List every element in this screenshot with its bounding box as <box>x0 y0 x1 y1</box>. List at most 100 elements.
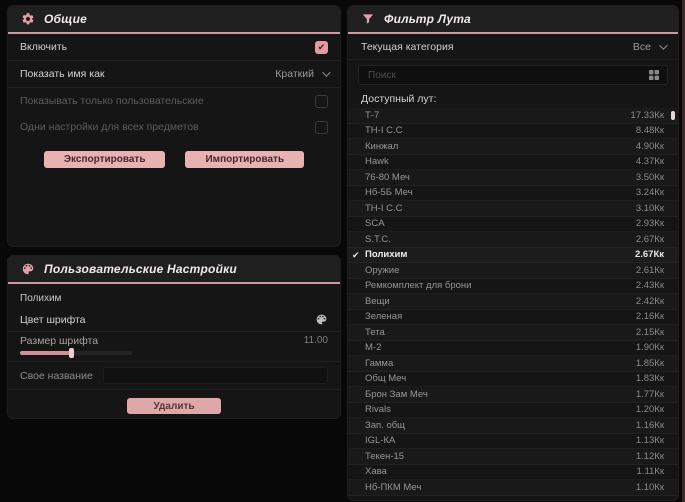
loot-list-item[interactable]: ✔ 76-80 Меч 3.50Кк <box>348 170 678 186</box>
list-scrollbar-thumb[interactable] <box>671 111 675 120</box>
chevron-down-icon <box>322 68 331 77</box>
loot-list-item[interactable]: ✔ S.T.C. 2.67Кк <box>348 232 678 248</box>
panel-loot-filter: Фильтр Лута Текущая категория Все Поиск … <box>348 6 678 500</box>
loot-item-name: Кинжал <box>365 140 399 152</box>
loot-item-name: М-2 <box>365 342 382 354</box>
display-name-dropdown[interactable]: Краткий <box>275 68 331 80</box>
font-color-row: Цвет шрифта <box>8 308 340 332</box>
loot-list-item[interactable]: ✔ Текен-15 1.12Кк <box>348 449 678 465</box>
font-size-row: Размер шрифта 11.00 <box>8 332 340 362</box>
panel-loot-header: Фильтр Лута <box>348 6 678 32</box>
export-button[interactable]: Экспортировать <box>43 151 166 168</box>
custom-name-input[interactable] <box>102 367 328 384</box>
loot-item-price: 8.48Кк <box>635 125 664 137</box>
loot-item-price: 2.43Кк <box>635 280 664 292</box>
loot-list-item[interactable]: ✔ Rivals 1.20Кк <box>348 403 678 419</box>
loot-item-price: 1.77Кк <box>635 388 664 400</box>
same-settings-checkbox[interactable] <box>315 120 328 134</box>
loot-list-item[interactable]: ✔ Т-7 17.33Кк <box>348 108 678 124</box>
loot-list-item[interactable]: ✔ Hawk 4.37Кк <box>348 155 678 171</box>
loot-item-name: S.T.C. <box>365 233 391 245</box>
loot-item-name: SCA <box>365 218 385 230</box>
enable-label: Включить <box>20 41 68 53</box>
panel-custom-settings: Пользовательские Настройки Полихим Цвет … <box>8 256 340 418</box>
import-button[interactable]: Импортировать <box>185 151 305 168</box>
loot-item-name: 76-80 Меч <box>365 171 410 183</box>
loot-list-item[interactable]: ✔ Брон Зам Меч 1.77Кк <box>348 387 678 403</box>
selected-check-icon: ✔ <box>352 249 360 260</box>
grid-options-icon[interactable] <box>648 69 660 81</box>
chevron-down-icon <box>659 40 668 50</box>
loot-list-item[interactable]: ✔ Хава 1.11Кк <box>348 465 678 481</box>
same-settings-label: Одни настройки для всех предметов <box>20 121 199 133</box>
loot-list-item[interactable]: ✔ ТН-I С.С 8.48Кк <box>348 124 678 140</box>
loot-item-name: Брон Зам Меч <box>365 388 428 400</box>
loot-list-item[interactable]: ✔ SCA 2.93Кк <box>348 217 678 233</box>
loot-list-item[interactable]: ✔ Вещи 2.42Кк <box>348 294 678 310</box>
loot-item-price: 2.67Кк <box>635 233 664 245</box>
available-loot-label: Доступный лут: <box>361 93 437 105</box>
loot-list-item[interactable]: ✔ Зап. общ 1.16Кк <box>348 418 678 434</box>
enable-checkbox[interactable]: ✔ <box>315 40 328 54</box>
loot-item-price: 1.12Кк <box>635 450 664 462</box>
loot-item-price: 1.20Кк <box>635 404 664 416</box>
loot-list-item[interactable]: ✔ Нб-ПКМ Меч 1.10Кк <box>348 480 678 496</box>
font-size-label: Размер шрифта <box>20 335 99 347</box>
loot-item-price: 2.67Кк <box>634 249 664 261</box>
loot-item-name: Rivals <box>365 404 391 416</box>
loot-item-name: Зеленая <box>365 311 403 323</box>
loot-item-name: Ремкомплект для брони <box>365 280 472 292</box>
loot-item-price: 4.37Кк <box>635 156 664 168</box>
font-size-slider[interactable] <box>20 348 132 358</box>
slider-fill <box>20 351 72 355</box>
loot-list-item[interactable]: ✔ Общ Меч 1.83Кк <box>348 372 678 388</box>
loot-list-item[interactable]: ✔ Гамма 1.85Кк <box>348 356 678 372</box>
category-dropdown[interactable]: Все <box>633 40 668 53</box>
category-label: Текущая категория <box>361 40 454 53</box>
loot-item-name: Текен-15 <box>365 450 405 462</box>
setting-row-same-settings: Одни настройки для всех предметов <box>8 114 340 140</box>
loot-item-price: 2.15Кк <box>635 326 664 338</box>
loot-item-price: 2.16Кк <box>635 311 664 323</box>
loot-list-item[interactable]: ✔ IGL-КА 1.13Кк <box>348 434 678 450</box>
panel-custom-header: Пользовательские Настройки <box>8 256 340 282</box>
loot-item-name: Тета <box>365 326 385 338</box>
slider-thumb[interactable] <box>68 348 74 358</box>
loot-list-item[interactable]: ✔ Нб-5Б Меч 3.24Кк <box>348 186 678 202</box>
font-size-value: 11.00 <box>303 335 328 346</box>
setting-row-only-custom: Показывать только пользовательские <box>8 88 340 114</box>
loot-list-item[interactable]: ✔ Тета 2.15Кк <box>348 325 678 341</box>
loot-item-price: 2.61Кк <box>635 264 664 276</box>
loot-item-name: Общ Меч <box>365 373 407 385</box>
loot-list-item[interactable]: ✔ Зеленая 2.16Кк <box>348 310 678 326</box>
loot-item-price: 1.13Кк <box>635 435 664 447</box>
loot-item-price: 1.90Кк <box>635 342 664 354</box>
delete-button[interactable]: Удалить <box>127 398 221 414</box>
search-input[interactable] <box>366 68 642 82</box>
loot-item-price: 3.24Кк <box>635 187 664 199</box>
category-row: Текущая категория Все <box>348 34 678 60</box>
display-name-label: Показать имя как <box>20 68 105 80</box>
only-custom-checkbox[interactable] <box>315 94 328 108</box>
loot-list-item[interactable]: ✔ ТН-I С.С 3.10Кк <box>348 201 678 217</box>
loot-list-item[interactable]: ✔ Ремкомплект для брони 2.43Кк <box>348 279 678 295</box>
selected-item-name: Полихим <box>20 293 62 304</box>
setting-row-display-name: Показать имя как Краткий <box>8 61 340 88</box>
custom-name-row: Свое название <box>8 362 340 390</box>
color-picker-icon[interactable] <box>315 313 328 326</box>
loot-item-price: 1.11Кк <box>636 466 664 478</box>
loot-list-item[interactable]: ✔ М-2 1.90Кк <box>348 341 678 357</box>
loot-item-name: Оружие <box>365 264 400 276</box>
gear-icon <box>22 13 34 25</box>
panel-loot-title: Фильтр Лута <box>384 12 471 26</box>
loot-item-price: 2.93Кк <box>635 218 664 230</box>
loot-list-item[interactable]: ✔ Полихим 2.67Кк <box>348 248 678 264</box>
loot-list-item[interactable]: ✔ Оружие 2.61Кк <box>348 263 678 279</box>
loot-list: ✔ Т-7 17.33Кк ✔ ТН-I С.С 8.48Кк ✔ Кинжал… <box>348 108 678 496</box>
display-name-value: Краткий <box>275 68 314 80</box>
loot-item-price: 2.42Кк <box>635 295 664 307</box>
loot-list-item[interactable]: ✔ Кинжал 4.90Кк <box>348 139 678 155</box>
loot-item-price: 3.10Кк <box>635 202 664 214</box>
search-box <box>358 65 668 85</box>
loot-item-name: Полихим <box>365 249 408 261</box>
